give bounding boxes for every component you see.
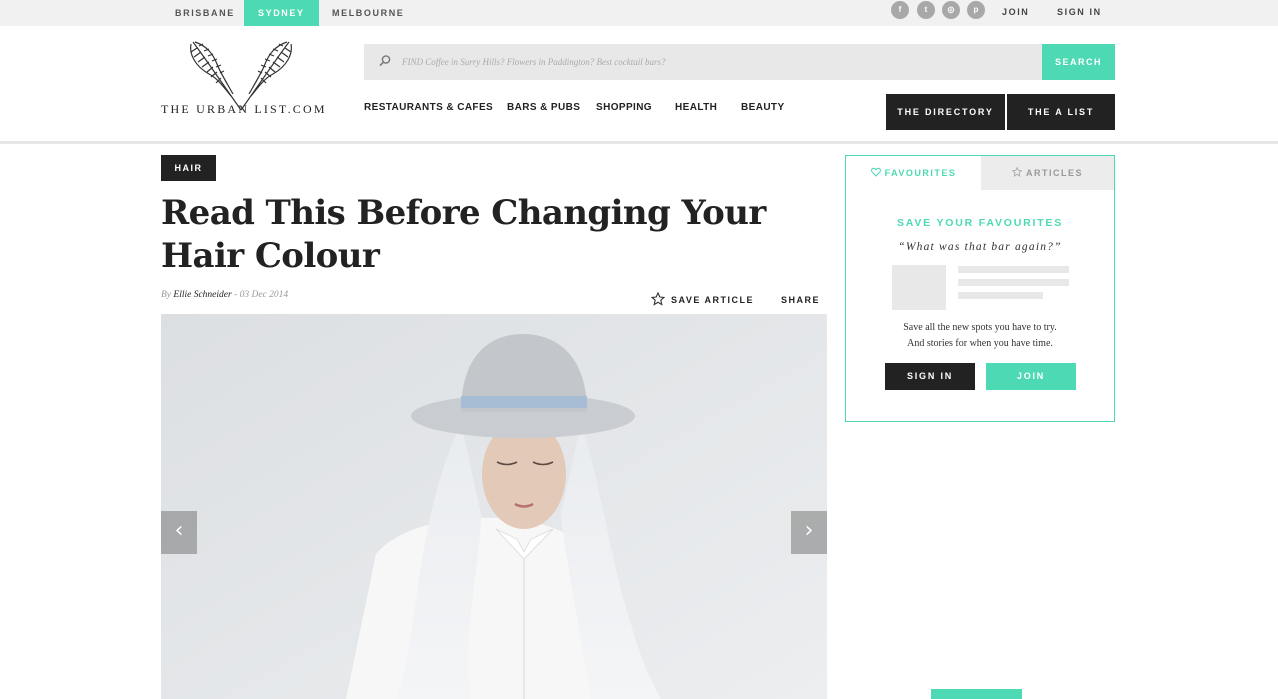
star-icon	[1012, 167, 1022, 177]
placeholder-line	[958, 279, 1069, 286]
city-melbourne-link[interactable]: MELBOURNE	[318, 0, 418, 26]
star-icon	[651, 292, 665, 306]
byline-prefix: By	[161, 290, 172, 300]
hero-photo-icon	[161, 314, 827, 699]
city-sydney-link[interactable]: SYDNEY	[244, 0, 319, 26]
widget-sign-in-button[interactable]: SIGN IN	[885, 363, 975, 390]
nav-bars-pubs[interactable]: BARS & PUBS	[507, 102, 580, 113]
widget-description-line-1: Save all the new spots you have to try.	[903, 322, 1057, 333]
save-article-label: SAVE ARTICLE	[671, 295, 755, 305]
tab-articles-label: ARTICLES	[1026, 168, 1083, 178]
save-article-button[interactable]: SAVE ARTICLE	[651, 292, 754, 308]
widget-description: Save all the new spots you have to try. …	[846, 320, 1114, 352]
the-a-list-button[interactable]: THE A LIST	[1007, 94, 1115, 130]
gallery-next-button[interactable]: ›	[791, 511, 827, 554]
share-button[interactable]: SHARE	[781, 292, 820, 308]
category-tag[interactable]: HAIR	[161, 155, 216, 181]
sidebar-teal-bar	[931, 689, 1022, 699]
article-hero-image: ‹ ›	[161, 314, 827, 699]
search-bar	[364, 44, 1042, 80]
placeholder-line	[958, 292, 1043, 299]
widget-description-line-2: And stories for when you have time.	[907, 338, 1053, 349]
tab-favourites[interactable]: FAVOURITES	[846, 156, 981, 190]
twitter-icon[interactable]: t	[917, 1, 935, 19]
pinterest-icon[interactable]: p	[967, 1, 985, 19]
widget-quote: “What was that bar again?”	[898, 241, 1062, 253]
placeholder-thumbnail	[892, 265, 946, 310]
tab-articles[interactable]: ARTICLES	[981, 156, 1114, 190]
widget-join-button[interactable]: JOIN	[986, 363, 1076, 390]
the-directory-button[interactable]: THE DIRECTORY	[886, 94, 1005, 130]
search-input[interactable]	[402, 44, 1032, 80]
logo-wordmark[interactable]: THE URBAN LIST.COM	[161, 102, 327, 117]
facebook-icon[interactable]: f	[891, 1, 909, 19]
nav-restaurants-cafes[interactable]: RESTAURANTS & CAFES	[364, 102, 493, 113]
heart-icon	[870, 167, 881, 177]
nav-health[interactable]: HEALTH	[675, 102, 717, 113]
widget-heading: SAVE YOUR FAVOURITES	[896, 217, 1064, 229]
nav-shopping[interactable]: SHOPPING	[596, 102, 652, 113]
sign-in-link[interactable]: SIGN IN	[1057, 0, 1102, 26]
publish-date: - 03 Dec 2014	[231, 290, 289, 300]
top-bar: BRISBANE SYDNEY MELBOURNE f t ◎ p JOIN S…	[0, 0, 1278, 26]
city-brisbane-link[interactable]: BRISBANE	[161, 0, 249, 26]
byline: By Ellie Schneider - 03 Dec 2014	[161, 290, 288, 300]
author-link[interactable]: Ellie Schneider	[173, 290, 231, 300]
join-link[interactable]: JOIN	[1002, 0, 1029, 26]
instagram-icon[interactable]: ◎	[942, 1, 960, 19]
gallery-prev-button[interactable]: ‹	[161, 511, 197, 554]
tab-favourites-label: FAVOURITES	[884, 168, 957, 178]
site-header: THE URBAN LIST.COM SEARCH RESTAURANTS & …	[0, 26, 1278, 144]
search-button[interactable]: SEARCH	[1042, 44, 1115, 80]
search-icon	[379, 55, 391, 67]
article-title: Read This Before Changing Your Hair Colo…	[161, 193, 766, 276]
nav-beauty[interactable]: BEAUTY	[741, 102, 785, 113]
placeholder-line	[958, 266, 1069, 273]
favourites-widget: FAVOURITES ARTICLES SAVE YOUR FAVOURITES…	[845, 155, 1115, 422]
